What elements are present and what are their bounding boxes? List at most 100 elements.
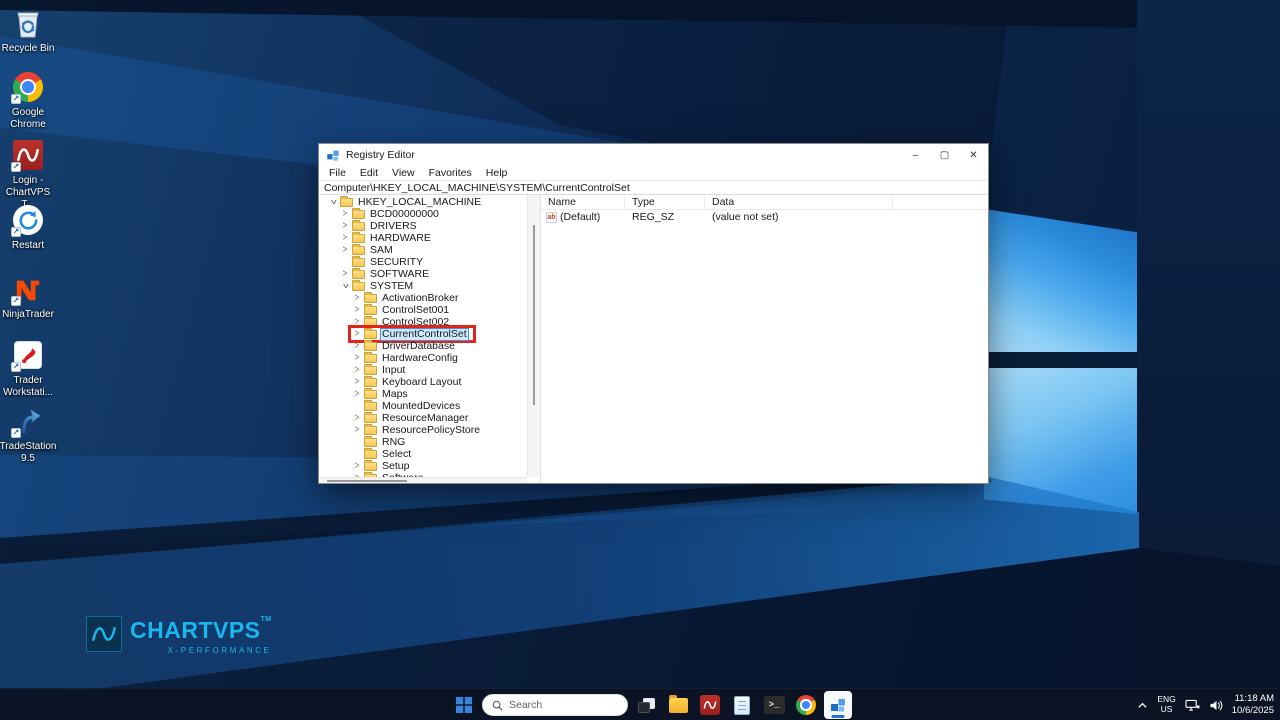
chevron-right-icon[interactable]: > [353, 328, 361, 339]
folder-icon [352, 256, 365, 267]
language-line2: US [1160, 704, 1173, 714]
volume-icon[interactable] [1209, 699, 1223, 712]
chevron-right-icon[interactable]: > [353, 304, 361, 315]
tree-vertical-scrollbar[interactable] [527, 195, 540, 477]
tree-item-hardwareconfig[interactable]: > HardwareConfig [319, 352, 527, 364]
chevron-right-icon[interactable]: > [341, 208, 349, 219]
minimize-button[interactable]: – [901, 144, 930, 166]
task-view-button[interactable] [632, 691, 660, 719]
tree-item-select[interactable]: >Select [319, 448, 527, 460]
registry-tree: > HKEY_LOCAL_MACHINE > BCD00000000 > DRIVERS >… [319, 196, 527, 483]
notepad-button[interactable] [728, 691, 756, 719]
desktop-icon-login-chartvps[interactable]: ↗ Login - ChartVPS T... [0, 138, 56, 210]
tree-item-keyboard-layout[interactable]: > Keyboard Layout [319, 376, 527, 388]
tree-item-bcd00000000[interactable]: > BCD00000000 [319, 208, 527, 220]
shortcut-arrow-icon: ↗ [11, 162, 21, 172]
tree-item-hardware[interactable]: > HARDWARE [319, 232, 527, 244]
chevron-right-icon[interactable]: > [341, 220, 349, 231]
chevron-right-icon[interactable]: > [341, 268, 349, 279]
tree-item-resourcepolicystore[interactable]: > ResourcePolicyStore [319, 424, 527, 436]
tree-item-security[interactable]: >SECURITY [319, 256, 527, 268]
tree-item-maps[interactable]: > Maps [319, 388, 527, 400]
chevron-right-icon[interactable]: > [341, 244, 349, 255]
desktop-icon-trader-workstation[interactable]: ↗ Trader Workstati... [0, 338, 56, 399]
tray-chevron-up-icon[interactable] [1137, 700, 1148, 710]
chevron-right-icon[interactable]: > [353, 376, 361, 387]
chevron-right-icon[interactable]: > [353, 424, 361, 435]
chevron-right-icon[interactable]: > [353, 292, 361, 303]
tree-item-resourcemanager[interactable]: > ResourceManager [319, 412, 527, 424]
desktop-icon-recycle-bin[interactable]: Recycle Bin [0, 6, 56, 55]
notepad-icon [734, 695, 750, 715]
window-titlebar[interactable]: Registry Editor – ▢ ✕ [319, 144, 988, 166]
desktop-icon-tradestation[interactable]: ↗ TradeStation 9.5 [0, 404, 56, 465]
tree-item-activationbroker[interactable]: > ActivationBroker [319, 292, 527, 304]
window-title: Registry Editor [346, 149, 415, 161]
tree-item-rng[interactable]: >RNG [319, 436, 527, 448]
chevron-right-icon[interactable]: > [353, 364, 361, 375]
folder-icon [364, 448, 377, 459]
value-row-default[interactable]: ab (Default) REG_SZ (value not set) [541, 210, 988, 224]
chevron-right-icon[interactable]: > [353, 352, 361, 363]
language-indicator[interactable]: ENG US [1157, 694, 1176, 715]
tree-item-controlset002[interactable]: > ControlSet002 [319, 316, 527, 328]
column-header-name[interactable]: Name [541, 195, 625, 209]
tradestation-icon: ↗ [11, 404, 45, 438]
clock[interactable]: 11:18 AM 10/6/2025 [1232, 693, 1274, 717]
menu-favorites[interactable]: Favorites [422, 167, 479, 179]
value-data: (value not set) [712, 211, 779, 223]
chevron-right-icon[interactable]: > [341, 232, 349, 243]
chevron-down-icon[interactable]: > [328, 198, 339, 206]
taskbar-search[interactable]: Search [482, 694, 628, 716]
chevron-right-icon[interactable]: > [353, 412, 361, 423]
close-button[interactable]: ✕ [959, 144, 988, 166]
scrollbar-thumb[interactable] [327, 480, 407, 482]
chevron-right-icon[interactable]: > [353, 316, 361, 327]
menu-help[interactable]: Help [479, 167, 515, 179]
tree-item-currentcontrolset[interactable]: > CurrentControlSet [319, 327, 527, 341]
chevron-right-icon[interactable]: > [353, 388, 361, 399]
tree-item-drivers[interactable]: > DRIVERS [319, 220, 527, 232]
tree-item-label: SYSTEM [370, 279, 414, 292]
tree-horizontal-scrollbar[interactable] [319, 477, 527, 483]
desktop-icon-ninjatrader[interactable]: ↗ NinjaTrader [0, 272, 56, 321]
tree-item-mounteddevices[interactable]: >MountedDevices [319, 400, 527, 412]
tree-item-system[interactable]: > SYSTEM [319, 280, 527, 292]
desktop-icon-google-chrome[interactable]: ↗ Google Chrome [0, 70, 56, 131]
column-header-type[interactable]: Type [625, 195, 705, 209]
network-icon[interactable] [1185, 699, 1200, 712]
tree-item-controlset001[interactable]: > ControlSet001 [319, 304, 527, 316]
folder-icon [364, 412, 377, 423]
registry-editor-taskbar-button[interactable] [824, 691, 852, 719]
tree-item-hkey-local-machine[interactable]: > HKEY_LOCAL_MACHINE [319, 196, 527, 208]
chrome-button[interactable] [792, 691, 820, 719]
chevron-right-icon[interactable]: > [353, 460, 361, 471]
tree-item-sam[interactable]: > SAM [319, 244, 527, 256]
tree-item-software[interactable]: > SOFTWARE [319, 268, 527, 280]
menu-file[interactable]: File [322, 167, 353, 179]
chevron-right-icon[interactable]: > [353, 340, 361, 351]
desktop-icon-restart[interactable]: ↗ Restart [0, 203, 56, 252]
chartvps-app-button[interactable] [696, 691, 724, 719]
folder-icon [352, 220, 365, 231]
tree-item-driverdatabase[interactable]: > DriverDatabase [319, 340, 527, 352]
terminal-button[interactable]: >_ [760, 691, 788, 719]
language-line1: ENG [1157, 694, 1176, 705]
file-explorer-button[interactable] [664, 691, 692, 719]
chevron-down-icon[interactable]: > [340, 282, 351, 290]
maximize-button[interactable]: ▢ [930, 144, 959, 166]
tree-item-label: CurrentControlSet [380, 327, 469, 341]
tree-item-label: ActivationBroker [382, 291, 459, 304]
chrome-icon: ↗ [11, 70, 45, 104]
scrollbar-thumb[interactable] [533, 225, 535, 405]
start-button[interactable] [450, 691, 478, 719]
column-header-data[interactable]: Data [705, 195, 893, 209]
menu-view[interactable]: View [385, 167, 422, 179]
tree-item-input[interactable]: > Input [319, 364, 527, 376]
tree-item-label: HardwareConfig [382, 351, 458, 364]
tree-item-setup[interactable]: > Setup [319, 460, 527, 472]
search-icon [492, 700, 503, 711]
address-bar[interactable]: Computer\HKEY_LOCAL_MACHINE\SYSTEM\Curre… [319, 181, 988, 195]
brand-tm: TM [260, 616, 272, 623]
menu-edit[interactable]: Edit [353, 167, 385, 179]
